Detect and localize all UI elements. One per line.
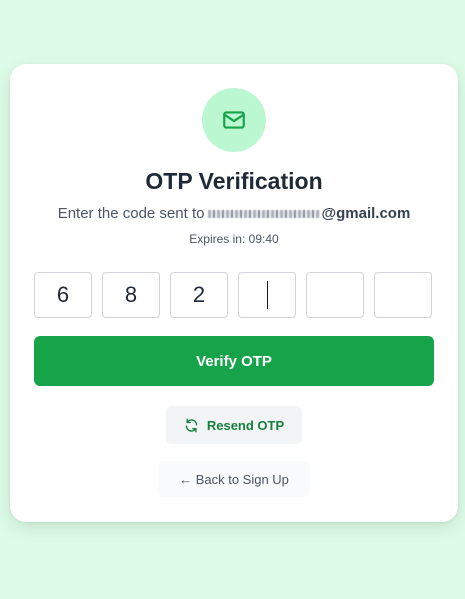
email-domain: @gmail.com bbox=[321, 205, 411, 222]
refresh-icon bbox=[185, 418, 198, 432]
back-to-signup-label: ← Back to Sign Up bbox=[179, 471, 289, 487]
mail-icon bbox=[223, 111, 245, 129]
otp-digit-4[interactable] bbox=[238, 272, 296, 318]
otp-digit-6[interactable] bbox=[374, 272, 432, 318]
verify-otp-button[interactable]: Verify OTP bbox=[34, 336, 434, 386]
otp-digit-2[interactable]: 8 bbox=[102, 272, 160, 318]
verify-otp-label: Verify OTP bbox=[196, 352, 272, 370]
otp-digit-5[interactable] bbox=[306, 272, 364, 318]
page-title: OTP Verification bbox=[145, 168, 323, 194]
resend-otp-label: Resend OTP bbox=[206, 417, 285, 433]
mail-icon-circle bbox=[202, 88, 266, 152]
otp-digit-3[interactable]: 2 bbox=[170, 272, 228, 318]
subtitle-prefix: Enter the code sent to bbox=[57, 205, 205, 222]
resend-otp-button[interactable]: Resend OTP bbox=[166, 406, 302, 444]
back-to-signup-button[interactable]: ← Back to Sign Up bbox=[158, 461, 310, 497]
expiry-timer: Expires in: 09:40 bbox=[189, 232, 279, 246]
subtitle: Enter the code sent to @gmail.com bbox=[10, 205, 458, 222]
otp-card: OTP Verification Enter the code sent to @… bbox=[10, 64, 458, 522]
redacted-email-user bbox=[208, 210, 321, 219]
text-caret bbox=[266, 281, 268, 309]
otp-digit-1[interactable]: 6 bbox=[34, 272, 92, 318]
